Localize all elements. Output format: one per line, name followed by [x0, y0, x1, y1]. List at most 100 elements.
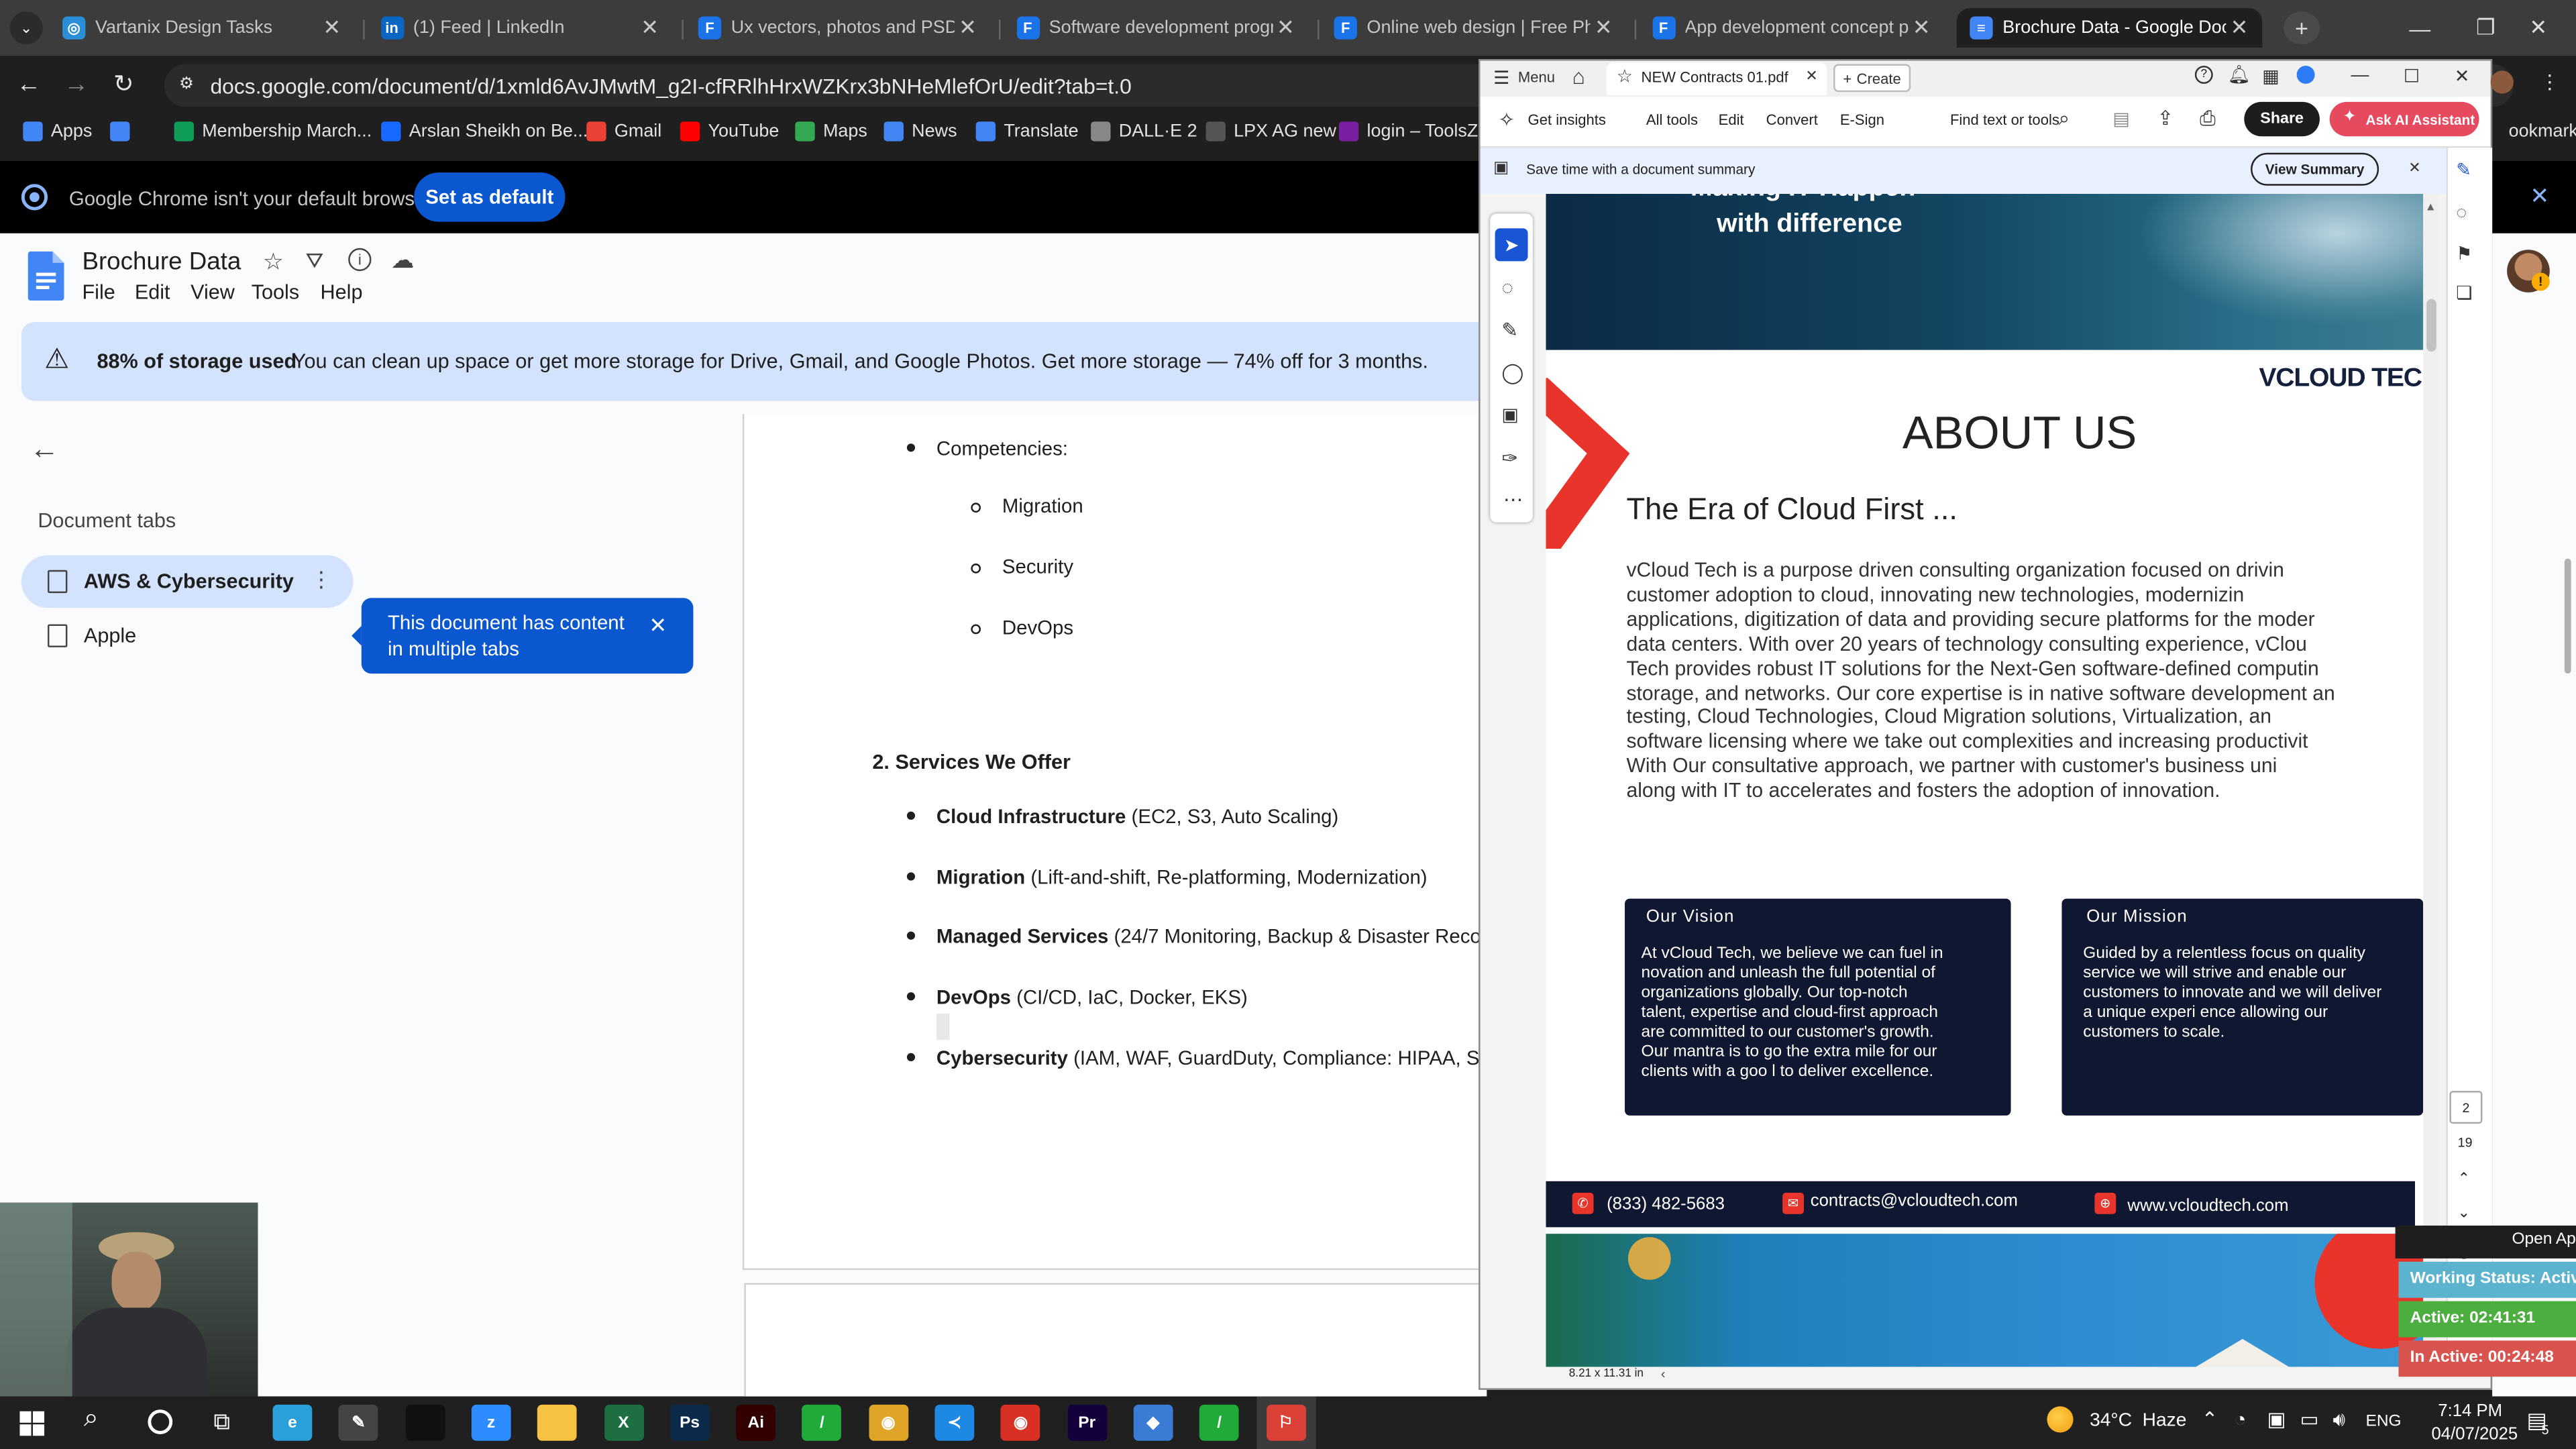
- home-icon[interactable]: ⌂: [1572, 64, 1585, 89]
- upload-icon[interactable]: ⇪: [2157, 107, 2174, 129]
- open-app-label[interactable]: Open App: [2512, 1230, 2576, 1248]
- chrome-profile-icon[interactable]: ◉: [1001, 1404, 1040, 1441]
- menu-edit[interactable]: Edit: [135, 281, 170, 304]
- apps-grid-icon[interactable]: ▦: [2262, 66, 2279, 87]
- get-insights-button[interactable]: Get insights: [1528, 112, 1606, 128]
- service-item[interactable]: Cybersecurity (IAM, WAF, GuardDuty, Comp…: [936, 1046, 1479, 1069]
- search-icon[interactable]: ⌕: [84, 1405, 99, 1434]
- competency-item[interactable]: Security: [1002, 555, 1073, 578]
- photoshop-icon[interactable]: Ps: [669, 1404, 710, 1441]
- phone-number[interactable]: (833) 482-5683: [1607, 1194, 1725, 1214]
- menu-icon[interactable]: ☰: [1493, 67, 1509, 89]
- scroll-up-icon[interactable]: ▲: [2425, 202, 2436, 213]
- illustrator-icon[interactable]: Ai: [736, 1404, 776, 1441]
- help-icon[interactable]: ?: [2194, 65, 2213, 84]
- clock-date[interactable]: 04/07/2025: [2431, 1424, 2518, 1444]
- print-icon[interactable]: ⎙: [2200, 107, 2216, 131]
- bookmark-item[interactable]: login – ToolsZill: [1338, 121, 1490, 142]
- forward-button[interactable]: →: [64, 70, 89, 99]
- clock-time[interactable]: 7:14 PM: [2438, 1401, 2502, 1421]
- pdf-menu-label[interactable]: Menu: [1518, 69, 1555, 85]
- set-default-button[interactable]: Set as default: [414, 172, 566, 222]
- service-item[interactable]: Migration (Lift-and-shift, Re-platformin…: [936, 866, 1428, 889]
- file-explorer-icon[interactable]: [537, 1404, 578, 1441]
- service-item[interactable]: DevOps (CI/CD, IaC, Docker, EKS): [936, 985, 1248, 1008]
- all-tools-button[interactable]: All tools: [1646, 112, 1698, 128]
- green-app-2-icon[interactable]: /: [1199, 1404, 1239, 1441]
- tab-close-icon[interactable]: ✕: [637, 15, 663, 41]
- tab-close-icon[interactable]: ✕: [319, 15, 345, 41]
- tray-chevron-icon[interactable]: ⌃: [2202, 1408, 2218, 1431]
- service-item[interactable]: Cloud Infrastructure (EC2, S3, Auto Scal…: [936, 805, 1338, 828]
- service-item[interactable]: Managed Services (24/7 Monitoring, Backu…: [936, 925, 1479, 948]
- edit-button[interactable]: Edit: [1719, 112, 1744, 128]
- hide-outline-button[interactable]: ←: [30, 432, 59, 466]
- menu-tools[interactable]: Tools: [252, 281, 299, 304]
- premiere-icon[interactable]: Pr: [1067, 1404, 1107, 1441]
- edge-icon[interactable]: e: [272, 1404, 313, 1441]
- comment-tool-icon[interactable]: ◌: [1501, 276, 1513, 299]
- tray-icon-2[interactable]: ▣: [2267, 1408, 2286, 1431]
- chrome-menu-icon[interactable]: ⋮: [2540, 70, 2559, 93]
- draw-tool-icon[interactable]: ◯: [1501, 362, 1523, 384]
- storage-message[interactable]: You can clean up space or get more stora…: [292, 350, 1428, 373]
- pdf-minimize-button[interactable]: —: [2351, 66, 2369, 85]
- site-info-icon[interactable]: ⚙: [179, 76, 199, 95]
- browser-tab[interactable]: ◎ Vartanix Design Tasks ✕: [49, 8, 355, 48]
- reload-button[interactable]: ↻: [113, 69, 134, 99]
- document-title[interactable]: Brochure Data: [82, 248, 241, 276]
- pen-icon[interactable]: ✎: [339, 1404, 378, 1441]
- pdf-scroll-thumb[interactable]: [2426, 299, 2436, 352]
- bookmark-item[interactable]: YouTube: [680, 121, 779, 142]
- search-icon[interactable]: ⌕: [2059, 107, 2070, 131]
- tab-search-button[interactable]: ⌄: [9, 11, 43, 45]
- bookmark-icon[interactable]: ⚑: [2456, 243, 2472, 264]
- chrome-icon[interactable]: ◉: [868, 1404, 908, 1441]
- tab-options-icon[interactable]: ⋮: [311, 567, 332, 593]
- browser-tab[interactable]: in (1) Feed | LinkedIn ✕: [367, 8, 673, 48]
- bookmark-item[interactable]: Maps: [795, 121, 867, 142]
- pdf-close-button[interactable]: ✕: [2455, 66, 2470, 87]
- terminal-icon[interactable]: [405, 1404, 445, 1441]
- collapse-status-icon[interactable]: ‹: [1661, 1367, 1666, 1382]
- notification-bell-icon[interactable]: 🔔︎: [2228, 64, 2251, 85]
- comment-icon[interactable]: ◌: [2456, 204, 2467, 223]
- esign-button[interactable]: E-Sign: [1840, 112, 1884, 128]
- tab-close-icon[interactable]: ✕: [955, 15, 981, 41]
- zoom-icon[interactable]: z: [471, 1404, 511, 1441]
- competency-item[interactable]: DevOps: [1002, 616, 1073, 639]
- browser-tab[interactable]: F Software development program✕: [1003, 8, 1309, 48]
- bookmark-item[interactable]: News: [883, 121, 957, 142]
- new-tab-button[interactable]: +: [2284, 11, 2320, 45]
- browser-tab[interactable]: F App development concept pers✕: [1639, 8, 1945, 48]
- select-tool-icon[interactable]: ➤: [1495, 228, 1528, 262]
- bookmark-item[interactable]: Gmail: [586, 121, 661, 142]
- pages-icon[interactable]: ❏: [2456, 282, 2472, 304]
- task-view-icon[interactable]: ⧉: [213, 1408, 229, 1436]
- bookmark-item[interactable]: LPX AG new: [1205, 121, 1336, 142]
- email-address[interactable]: contracts@vcloudtech.com: [1811, 1191, 2018, 1211]
- find-text-input[interactable]: Find text or tools: [1950, 112, 2059, 128]
- bookmark-item[interactable]: Arslan Sheikh on Be...: [381, 121, 588, 142]
- language-indicator[interactable]: ENG: [2366, 1413, 2402, 1431]
- tooltip-close-icon[interactable]: ✕: [649, 612, 667, 639]
- website[interactable]: www.vcloudtech.com: [2127, 1196, 2288, 1216]
- bookmark-item[interactable]: Apps: [23, 121, 92, 142]
- insights-icon[interactable]: ✧: [1498, 109, 1515, 131]
- menu-help[interactable]: Help: [321, 281, 363, 304]
- url-text[interactable]: docs.google.com/document/d/1xmld6AvJMwtM…: [210, 74, 1131, 99]
- move-icon[interactable]: ⛛: [306, 248, 324, 274]
- save-icon[interactable]: ▤: [2112, 109, 2129, 129]
- info-icon[interactable]: i: [348, 248, 372, 272]
- tab-close-icon[interactable]: ✕: [2226, 15, 2252, 41]
- more-tools-icon[interactable]: ⋯: [1503, 488, 1523, 511]
- back-button[interactable]: ←: [16, 70, 41, 99]
- volume-icon[interactable]: 🔊︎: [2333, 1408, 2346, 1433]
- convert-button[interactable]: Convert: [1766, 112, 1818, 128]
- services-heading[interactable]: 2. Services We Offer: [872, 751, 1071, 773]
- excel-icon[interactable]: X: [604, 1404, 643, 1441]
- browser-tab[interactable]: F Ux vectors, photos and PSD file✕: [685, 8, 991, 48]
- infobar-close-icon[interactable]: ✕: [2530, 182, 2549, 211]
- account-globe-icon[interactable]: [2296, 65, 2315, 84]
- text-tool-icon[interactable]: ▣: [1501, 404, 1518, 425]
